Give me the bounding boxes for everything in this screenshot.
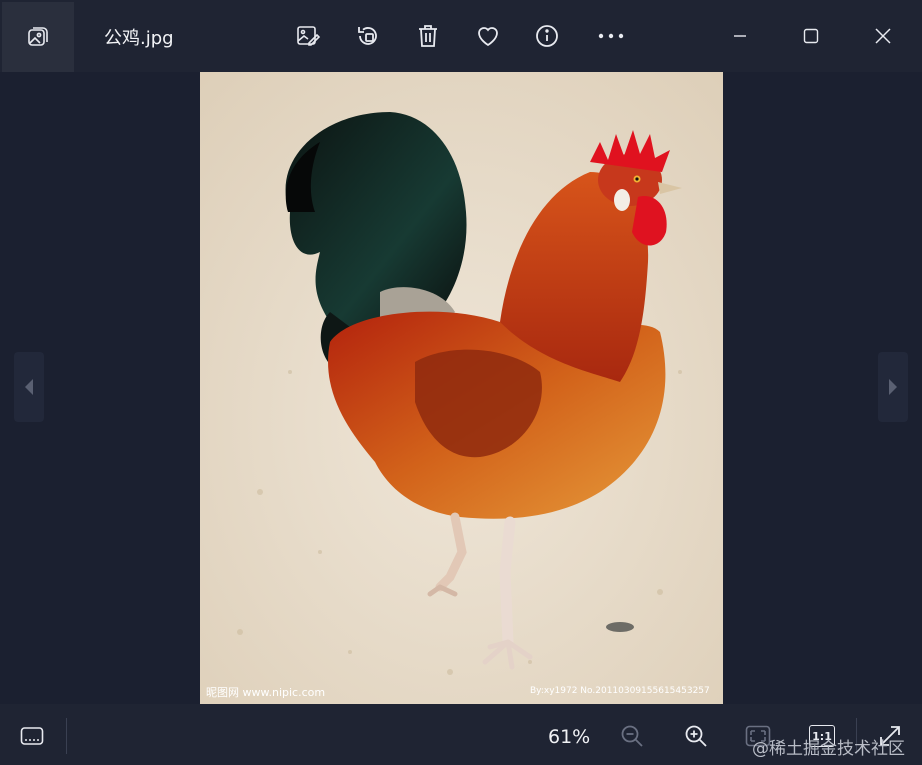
chevron-right-icon [887, 378, 899, 396]
more-button[interactable] [591, 16, 631, 56]
maximize-button[interactable] [789, 14, 833, 58]
zoom-out-button[interactable] [612, 716, 652, 756]
photo-watermark-left: 昵图网 www.nipic.com [206, 686, 326, 699]
minimize-button[interactable] [718, 14, 762, 58]
next-image-button[interactable] [878, 352, 908, 422]
minimize-icon [732, 28, 748, 44]
more-icon [598, 32, 624, 40]
close-button[interactable] [861, 14, 905, 58]
previous-image-button[interactable] [14, 352, 44, 422]
gallery-button[interactable] [2, 2, 74, 72]
title-bar: 公鸡.jpg [0, 0, 922, 72]
filmstrip-icon [20, 726, 44, 746]
site-watermark: @稀土掘金技术社区 [752, 739, 905, 759]
edit-image-button[interactable] [288, 16, 328, 56]
bottom-bar: 61% 1:1 @稀土掘金技术社区 [0, 704, 922, 765]
zoom-level[interactable]: 61% [548, 726, 590, 748]
gallery-icon [26, 25, 50, 49]
favorite-icon [475, 24, 501, 48]
rooster-photo: 昵图网 www.nipic.com By:xy1972 No.201103091… [200, 72, 723, 704]
rotate-icon [355, 23, 381, 49]
window-title: 公鸡.jpg [104, 28, 174, 49]
chevron-left-icon [23, 378, 35, 396]
zoom-out-icon [620, 724, 644, 748]
favorite-button[interactable] [468, 16, 508, 56]
info-button[interactable] [527, 16, 567, 56]
close-icon [874, 27, 892, 45]
edit-image-icon [295, 23, 321, 49]
photo-watermark-right: By:xy1972 No.20110309155615453257 [530, 686, 710, 696]
delete-button[interactable] [408, 16, 448, 56]
zoom-in-button[interactable] [676, 716, 716, 756]
delete-icon [416, 23, 440, 49]
info-icon [534, 23, 560, 49]
separator [66, 718, 67, 754]
filmstrip-button[interactable] [12, 716, 52, 756]
zoom-in-icon [684, 724, 708, 748]
rotate-button[interactable] [348, 16, 388, 56]
maximize-icon [803, 28, 819, 44]
